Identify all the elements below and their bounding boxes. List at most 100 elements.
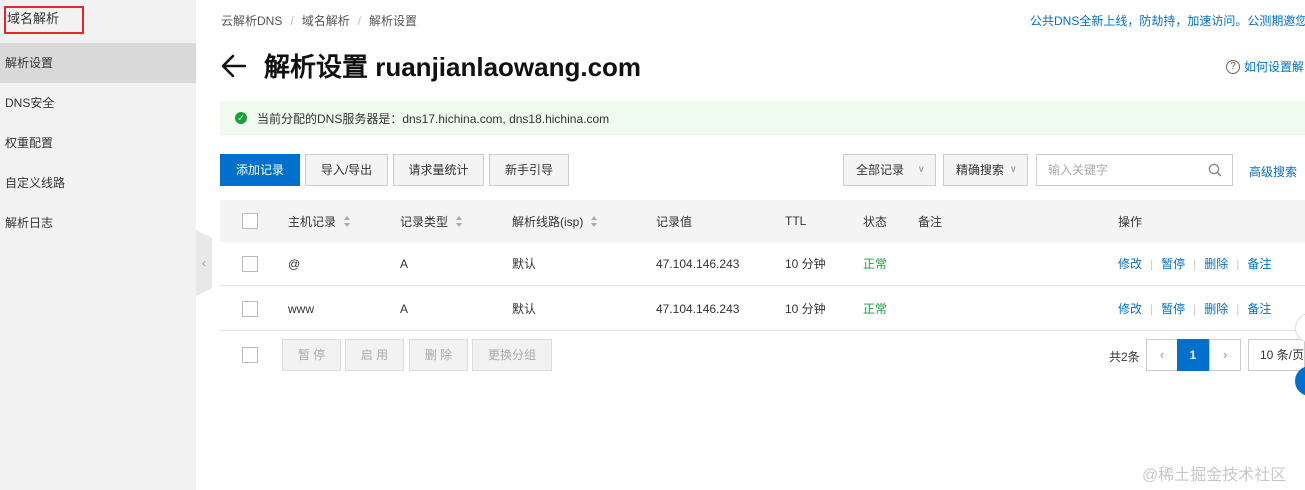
search-box: [1036, 154, 1233, 186]
row-select-cell: [242, 242, 258, 285]
column-header-host[interactable]: 主机记录: [288, 200, 351, 242]
batch-pause-button[interactable]: 暂 停: [282, 339, 341, 371]
sidebar-item-custom-lines[interactable]: 自定义线路: [0, 163, 196, 203]
column-header-line-label: 解析线路(isp): [512, 214, 584, 229]
notice-text: 当前分配的DNS服务器是：dns17.hichina.com, dns18.hi…: [257, 111, 610, 126]
breadcrumb: 云解析DNS / 域名解析 / 解析设置: [221, 12, 417, 29]
advanced-search-link[interactable]: 高级搜索: [1249, 163, 1305, 180]
search-icon[interactable]: [1208, 163, 1222, 177]
sidebar-item-dns-security[interactable]: DNS安全: [0, 83, 196, 123]
row-select-cell: [242, 287, 258, 330]
column-header-value: 记录值: [656, 214, 693, 229]
cell-value: 47.104.146.243: [656, 301, 740, 316]
add-record-button[interactable]: 添加记录: [220, 154, 300, 186]
search-mode-value: 精确搜索: [956, 163, 1005, 177]
pause-link[interactable]: 暂停: [1161, 300, 1185, 317]
pause-link[interactable]: 暂停: [1161, 255, 1185, 272]
total-count: 共2条: [1109, 350, 1140, 364]
cell-status: 正常: [863, 257, 888, 271]
page-title: 解析设置 ruanjianlaowang.com: [264, 52, 642, 82]
table-row: @ A 默认 47.104.146.243 10 分钟 正常 修改 | 暂停 | 删除 |…: [220, 242, 1305, 286]
sort-icon[interactable]: [344, 215, 351, 227]
beginner-guide-button[interactable]: 新手引导: [489, 154, 569, 186]
breadcrumb-item[interactable]: 域名解析: [302, 14, 350, 28]
cell-type: A: [400, 301, 409, 316]
records-table-header: 主机记录 记录类型 解析线路(isp) 记录值 TTL 状态 备注 操作: [220, 200, 1305, 242]
promo-link[interactable]: 公共DNS全新上线，防劫持，加速访问。公测期邀您: [1030, 12, 1305, 29]
ops-separator: |: [1150, 301, 1154, 316]
row-checkbox[interactable]: [242, 255, 258, 272]
chevron-down-icon: ∨: [1009, 164, 1017, 175]
page-button-current[interactable]: 1: [1177, 339, 1209, 371]
batch-delete-button[interactable]: 删 除: [409, 339, 468, 371]
sidebar-title[interactable]: 域名解析: [4, 6, 84, 34]
ops-separator: |: [1150, 256, 1154, 271]
query-stats-button[interactable]: 请求量统计: [393, 154, 484, 186]
edit-link[interactable]: 修改: [1118, 255, 1142, 272]
column-header-status: 状态: [863, 214, 888, 229]
select-all-cell: [242, 200, 258, 242]
row-checkbox[interactable]: [242, 300, 258, 317]
chevron-right-icon: ›: [1222, 347, 1228, 362]
breadcrumb-item: 解析设置: [369, 14, 418, 28]
column-header-type-label: 记录类型: [400, 214, 449, 229]
cell-ops: 修改 | 暂停 | 删除 | 备注: [1118, 287, 1271, 330]
dns-server-notice: ✓ 当前分配的DNS服务器是：dns17.hichina.com, dns18.…: [220, 101, 1305, 135]
cell-host: @: [288, 256, 301, 271]
sort-icon[interactable]: [456, 215, 463, 227]
breadcrumb-separator: /: [357, 14, 362, 28]
ops-separator: |: [1193, 301, 1197, 316]
record-filter-value: 全部记录: [856, 163, 905, 177]
ops-separator: |: [1193, 256, 1197, 271]
cell-ttl: 10 分钟: [785, 257, 826, 271]
cell-host: www: [288, 301, 314, 316]
help-link-label: 如何设置解: [1244, 60, 1305, 74]
sidebar-collapse-toggle[interactable]: ‹: [196, 230, 212, 296]
app-root: 域名解析 解析设置 DNS安全 权重配置 自定义线路 解析日志 ‹ 云解析DNS…: [0, 0, 1305, 490]
column-header-host-label: 主机记录: [288, 214, 337, 229]
cell-type: A: [400, 256, 409, 271]
help-link[interactable]: ? 如何设置解: [1226, 58, 1305, 75]
change-group-button[interactable]: 更换分组: [472, 339, 552, 371]
check-circle-icon: ✓: [235, 112, 247, 124]
question-circle-icon: ?: [1226, 59, 1240, 74]
breadcrumb-item[interactable]: 云解析DNS: [221, 14, 282, 28]
chevron-left-icon: ‹: [1159, 347, 1165, 362]
sidebar-item-dns-settings[interactable]: 解析设置: [0, 43, 196, 83]
chevron-down-icon: ∨: [917, 164, 925, 175]
column-header-line[interactable]: 解析线路(isp): [512, 200, 598, 242]
delete-link[interactable]: 删除: [1204, 255, 1228, 272]
footer-select-all: [242, 347, 258, 363]
cell-status: 正常: [863, 302, 888, 316]
cell-line: 默认: [512, 257, 537, 271]
edit-link[interactable]: 修改: [1118, 300, 1142, 317]
footer-select-all-checkbox[interactable]: [242, 347, 258, 363]
cell-line: 默认: [512, 302, 537, 316]
search-input[interactable]: [1037, 155, 1197, 185]
sort-icon[interactable]: [591, 215, 598, 227]
back-arrow-icon[interactable]: [220, 50, 250, 82]
delete-link[interactable]: 删除: [1204, 300, 1228, 317]
sidebar-item-weight-config[interactable]: 权重配置: [0, 123, 196, 163]
next-page-button[interactable]: ›: [1209, 339, 1241, 371]
table-row: www A 默认 47.104.146.243 10 分钟 正常 修改 | 暂停 | 删…: [220, 287, 1305, 331]
remark-link[interactable]: 备注: [1247, 300, 1271, 317]
cell-ttl: 10 分钟: [785, 302, 826, 316]
sidebar-item-dns-logs[interactable]: 解析日志: [0, 203, 196, 243]
record-filter-select[interactable]: 全部记录 ∨: [843, 154, 936, 186]
cell-value: 47.104.146.243: [656, 256, 740, 271]
page-size-select[interactable]: 10 条/页: [1248, 339, 1305, 371]
sidebar: 域名解析 解析设置 DNS安全 权重配置 自定义线路 解析日志: [0, 0, 196, 490]
import-export-button[interactable]: 导入/导出: [305, 154, 388, 186]
cell-ops: 修改 | 暂停 | 删除 | 备注: [1118, 242, 1271, 285]
remark-link[interactable]: 备注: [1247, 255, 1271, 272]
chevron-left-icon: ‹: [202, 256, 206, 270]
column-header-type[interactable]: 记录类型: [400, 200, 463, 242]
search-mode-select[interactable]: 精确搜索 ∨: [943, 154, 1028, 186]
prev-page-button[interactable]: ‹: [1146, 339, 1178, 371]
column-header-remark: 备注: [918, 214, 943, 229]
batch-enable-button[interactable]: 启 用: [345, 339, 404, 371]
ops-separator: |: [1236, 301, 1240, 316]
select-all-checkbox[interactable]: [242, 213, 258, 229]
watermark: @稀土掘金技术社区: [1142, 467, 1287, 484]
